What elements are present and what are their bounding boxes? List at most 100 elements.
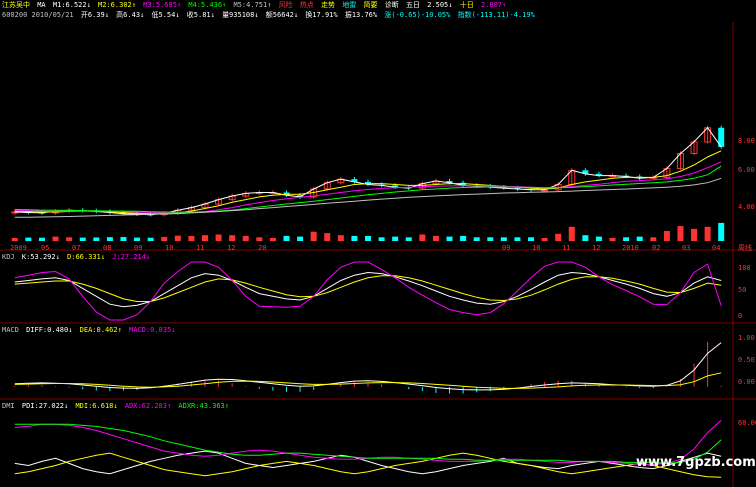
- ma2-value: M2:6.302↑: [98, 1, 136, 9]
- ma-line-m3: [14, 161, 722, 214]
- close-value: 收5.81↓: [186, 11, 215, 19]
- date-tick-label: 11: [196, 244, 204, 252]
- volume-bar: [636, 236, 643, 241]
- volume-bar: [460, 235, 467, 241]
- kdj-panel: [14, 261, 722, 321]
- volume-bar: [595, 236, 602, 241]
- date-tick-label: 2009: [10, 244, 27, 252]
- date-tick-label: 11: [562, 244, 570, 252]
- volume-bar: [283, 235, 290, 241]
- volume-bar: [378, 237, 385, 241]
- menu-diagnosis[interactable]: 诊断: [385, 1, 399, 9]
- change-value: 涨(-0.65)-10.05%: [384, 11, 451, 19]
- menu-trend[interactable]: 走势: [321, 1, 335, 9]
- five-day-value: 2.505↓: [427, 1, 453, 9]
- macd-name[interactable]: MACD: [2, 326, 19, 334]
- volume-bar: [337, 235, 344, 241]
- dmi-name[interactable]: DMI: [2, 402, 15, 410]
- date-tick-label: 02: [652, 244, 660, 252]
- ma-label: MA: [37, 1, 46, 9]
- date-tick-label: 07: [72, 244, 80, 252]
- volume-bar: [623, 237, 630, 241]
- volume-bar: [66, 237, 73, 241]
- kdj-axis-label: 0: [738, 312, 742, 320]
- dmi-label-row: DMI PDI:27.022↓ MDI:6.618↓ ADX:62.283↑ A…: [2, 402, 232, 410]
- volume-bar: [487, 237, 494, 241]
- menu-mines[interactable]: 地雷: [342, 1, 356, 9]
- indicator-header: 江苏吴中 MA M1:6.522↓ M2:6.302↑ M3:5.685↑ M4…: [2, 1, 509, 10]
- volume-bar: [582, 235, 589, 241]
- five-day-label: 五日: [405, 1, 420, 9]
- date-tick-label: 12: [227, 244, 235, 252]
- volume-bar: [541, 238, 548, 241]
- volume-bar: [147, 237, 154, 241]
- kdj-name[interactable]: KDJ: [2, 253, 15, 261]
- date-tick-label: 05: [41, 244, 49, 252]
- volume-bars: [11, 222, 725, 241]
- volume-bar: [242, 235, 249, 241]
- volume-bar: [691, 228, 698, 241]
- kdj-j: J:27.214↓: [112, 253, 151, 261]
- volume-bar: [229, 235, 236, 241]
- ma3-value: M3:5.685↑: [143, 1, 182, 9]
- open-value: 开6.39↓: [80, 11, 109, 19]
- volume-bar: [324, 233, 331, 241]
- volume-bar: [392, 236, 399, 241]
- menu-summary[interactable]: 简要: [364, 1, 378, 9]
- date-tick-label: 2010: [622, 244, 639, 252]
- volume-bar: [79, 237, 86, 241]
- kdj-line-d: [14, 275, 722, 302]
- macd-panel: [14, 341, 722, 394]
- kdj-label-row: KDJ K:53.292↓ D:66.331↓ J:27.214↓: [2, 253, 153, 261]
- volume-bar: [718, 222, 725, 241]
- volume-value: 量935108↓: [222, 11, 259, 19]
- price-panel: [11, 125, 725, 218]
- macd-macd: MACD:0.035↓: [129, 326, 176, 334]
- kdj-axis-label: 100: [738, 264, 751, 272]
- low-value: 低5.54↓: [151, 11, 180, 19]
- site-watermark: www.7gpzb.com: [636, 455, 756, 470]
- stock-name[interactable]: 江苏吴中: [2, 1, 30, 9]
- dmi-mdi: MDI:6.618↓: [75, 402, 118, 410]
- date-tick-label: 03: [682, 244, 690, 252]
- volume-bar: [514, 237, 521, 241]
- dmi-pdi: PDI:27.022↓: [21, 402, 69, 410]
- volume-bar: [52, 236, 59, 241]
- volume-bar: [25, 237, 32, 241]
- volume-bar: [215, 234, 222, 241]
- kdj-d: D:66.331↓: [67, 253, 105, 261]
- ma4-value: M4:5.436↑: [188, 1, 227, 9]
- ten-day-value: 2.807↑: [480, 1, 507, 9]
- price-axis-label: 6.00: [738, 166, 755, 174]
- kdj-axis-label: 50: [738, 286, 746, 294]
- volume-bar: [310, 231, 317, 241]
- volume-bar: [555, 233, 562, 241]
- ma5-value: M5:4.751↑: [233, 1, 272, 9]
- macd-label-row: MACD DIFF:0.480↓ DEA:0.462↑ MACD:0.035↓: [2, 326, 178, 334]
- date-tick-label: 12: [592, 244, 600, 252]
- volume-bar: [446, 236, 453, 241]
- dmi-axis-label: 60.00: [738, 419, 756, 427]
- amplitude-value: 振13.76%: [344, 11, 378, 19]
- date-tick-label: 09: [502, 244, 510, 252]
- volume-bar: [528, 237, 535, 241]
- volume-bar: [11, 238, 18, 241]
- volume-bar: [609, 238, 616, 241]
- volume-bar: [134, 237, 141, 241]
- volume-bar: [663, 231, 670, 241]
- price-axis-label: 8.00: [738, 137, 755, 145]
- menu-hotspot[interactable]: 热点: [300, 1, 314, 9]
- dmi-adxr: ADXR:43.363↑: [178, 402, 229, 410]
- stock-chart-canvas: 2009 05 07 08 09 10 11 12 20 09 10 11 12 2010 02 03 04 周线…: [0, 22, 756, 487]
- volume-bar: [93, 237, 100, 241]
- kdj-k: K:53.292↓: [21, 253, 60, 261]
- volume-bar: [432, 235, 439, 241]
- volume-bar: [473, 237, 480, 241]
- code-date: 600200 2010/05/21: [2, 11, 74, 19]
- date-tick-label: 10: [532, 244, 540, 252]
- date-tick-label: 20: [258, 244, 266, 252]
- high-value: 高6.43↓: [116, 11, 145, 19]
- menu-risk[interactable]: 风险: [279, 1, 293, 9]
- volume-bar: [704, 226, 711, 241]
- quote-header: 600200 2010/05/21 开6.39↓ 高6.43↓ 低5.54↓ 收…: [2, 11, 538, 20]
